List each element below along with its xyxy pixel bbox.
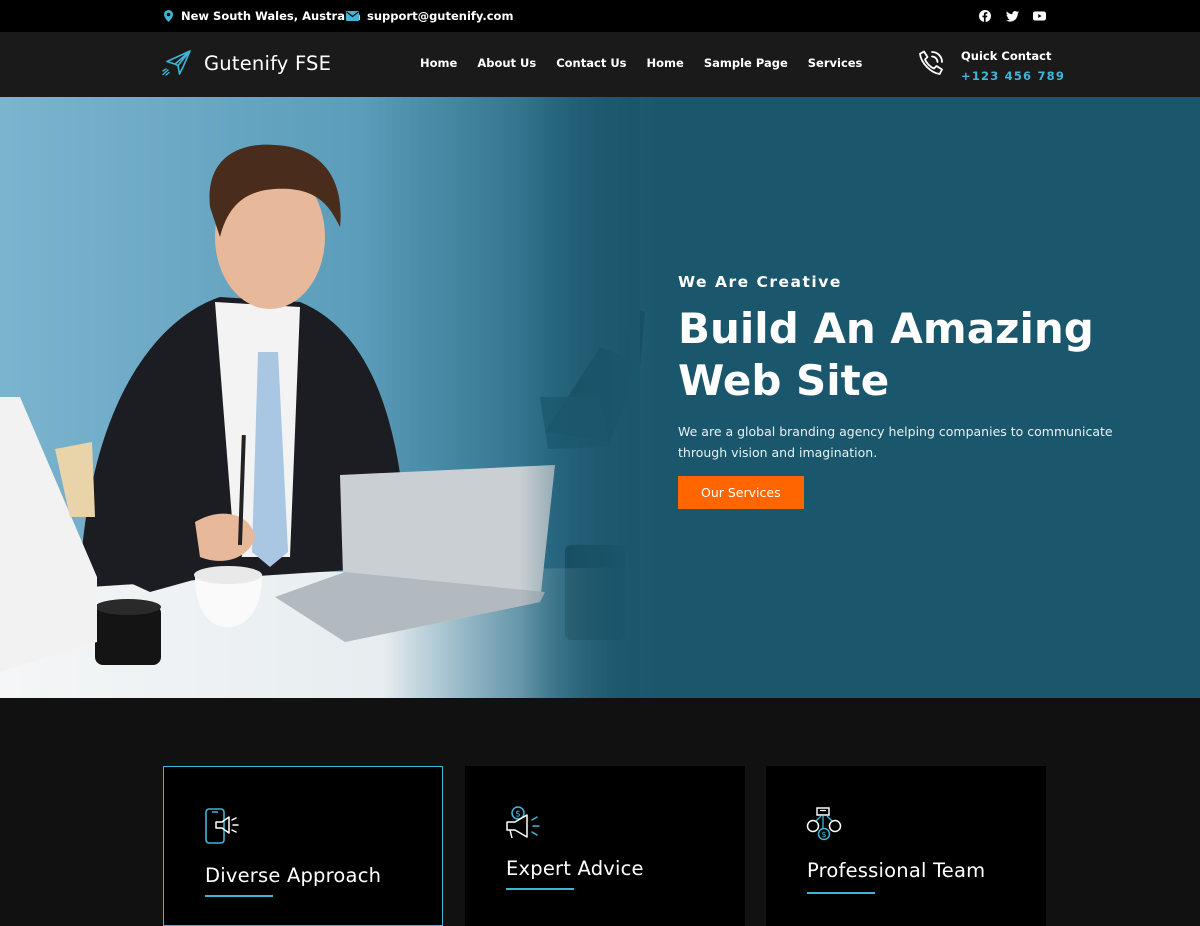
main-nav: Home About Us Contact Us Home Sample Pag… bbox=[420, 56, 882, 70]
twitter-icon[interactable] bbox=[1005, 9, 1019, 23]
feature-card-expert-advice[interactable]: $ Expert Advice bbox=[465, 766, 745, 926]
quick-contact: Quick Contact +123 456 789 bbox=[917, 49, 1065, 83]
svg-text:$: $ bbox=[515, 810, 521, 820]
email-info[interactable]: support@gutenify.com bbox=[346, 0, 513, 32]
hero-eyebrow: We Are Creative bbox=[678, 273, 842, 291]
nav-home[interactable]: Home bbox=[420, 56, 457, 70]
site-logo[interactable]: Gutenify FSE bbox=[162, 50, 331, 76]
feature-title: Professional Team bbox=[807, 859, 986, 882]
site-header: Gutenify FSE Home About Us Contact Us Ho… bbox=[0, 32, 1200, 97]
megaphone-dollar-icon: $ bbox=[506, 806, 540, 839]
feature-underline bbox=[807, 892, 875, 894]
quick-contact-title: Quick Contact bbox=[961, 49, 1052, 63]
nav-services[interactable]: Services bbox=[808, 56, 863, 70]
envelope-icon bbox=[346, 11, 359, 21]
features-section: Diverse Approach $ Expert Advice $ Profe… bbox=[0, 698, 1200, 926]
our-services-button[interactable]: Our Services bbox=[678, 476, 804, 509]
email-text[interactable]: support@gutenify.com bbox=[367, 9, 513, 23]
phone-icon bbox=[919, 50, 943, 75]
top-bar: New South Wales, Australia support@guten… bbox=[0, 0, 1200, 32]
hero-description: We are a global branding agency helping … bbox=[678, 424, 1113, 460]
hero-headline-line-2: Web Site bbox=[678, 356, 890, 405]
nav-about-us[interactable]: About Us bbox=[477, 56, 536, 70]
nav-contact-us[interactable]: Contact Us bbox=[556, 56, 626, 70]
paper-plane-icon bbox=[162, 50, 191, 76]
map-pin-icon bbox=[164, 10, 173, 22]
team-dollar-icon: $ bbox=[806, 807, 842, 841]
facebook-icon[interactable] bbox=[978, 9, 992, 23]
nav-sample-page[interactable]: Sample Page bbox=[704, 56, 788, 70]
location-text: New South Wales, Australia bbox=[181, 9, 361, 23]
hero-headline-line-1: Build An Amazing bbox=[678, 304, 1094, 353]
feature-title: Expert Advice bbox=[506, 857, 644, 880]
feature-card-diverse-approach[interactable]: Diverse Approach bbox=[163, 766, 443, 926]
feature-underline bbox=[506, 888, 574, 890]
feature-card-professional-team[interactable]: $ Professional Team bbox=[766, 766, 1046, 926]
hero-content: We Are Creative Build An Amazing Web Sit… bbox=[678, 273, 1128, 509]
hero-headline: Build An Amazing Web Site bbox=[678, 303, 1128, 407]
mobile-megaphone-icon bbox=[205, 808, 239, 844]
location-info: New South Wales, Australia bbox=[164, 0, 361, 32]
nav-home-2[interactable]: Home bbox=[647, 56, 684, 70]
logo-text: Gutenify FSE bbox=[204, 51, 332, 75]
youtube-icon[interactable] bbox=[1032, 9, 1046, 23]
feature-underline bbox=[205, 895, 273, 897]
feature-title: Diverse Approach bbox=[205, 864, 382, 887]
hero-section: We Are Creative Build An Amazing Web Sit… bbox=[0, 97, 1200, 698]
svg-text:$: $ bbox=[821, 830, 826, 839]
quick-contact-phone[interactable]: +123 456 789 bbox=[961, 69, 1065, 83]
